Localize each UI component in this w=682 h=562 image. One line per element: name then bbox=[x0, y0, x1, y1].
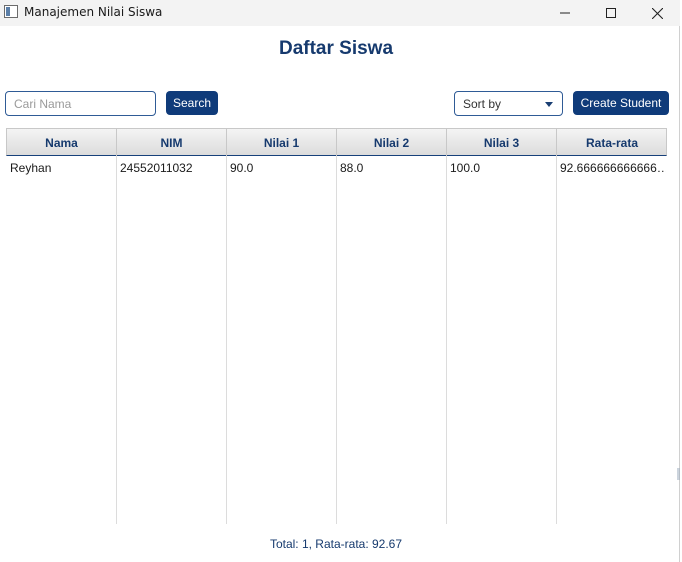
column-header-nilai-3[interactable]: Nilai 3 bbox=[447, 129, 557, 156]
column-header-nilai-1[interactable]: Nilai 1 bbox=[227, 129, 337, 156]
students-table: Nama NIM Nilai 1 Nilai 2 Nilai 3 Rata-ra… bbox=[6, 128, 667, 524]
column-divider bbox=[336, 156, 337, 524]
table-row[interactable]: Reyhan 24552011032 90.0 88.0 100.0 92.66… bbox=[6, 156, 667, 180]
cell-rata-rata: 92.666666666666… bbox=[560, 161, 666, 175]
sort-select[interactable]: Sort by bbox=[454, 91, 563, 116]
column-header-nim[interactable]: NIM bbox=[117, 129, 227, 156]
sort-select-label: Sort by bbox=[463, 96, 502, 111]
column-divider bbox=[446, 156, 447, 524]
cell-nilai-2: 88.0 bbox=[340, 161, 364, 175]
column-header-nama[interactable]: Nama bbox=[7, 129, 117, 156]
app-icon bbox=[4, 5, 18, 18]
chevron-down-icon bbox=[545, 102, 553, 107]
cell-nilai-3: 100.0 bbox=[450, 161, 481, 175]
maximize-button[interactable] bbox=[588, 0, 634, 26]
minimize-icon bbox=[560, 12, 570, 14]
table-header: Nama NIM Nilai 1 Nilai 2 Nilai 3 Rata-ra… bbox=[6, 128, 667, 156]
cell-nim: 24552011032 bbox=[120, 161, 193, 175]
app-window: Manajemen Nilai Siswa Daftar Siswa Searc… bbox=[0, 0, 680, 562]
minimize-button[interactable] bbox=[542, 0, 588, 26]
column-header-nilai-2[interactable]: Nilai 2 bbox=[337, 129, 447, 156]
create-student-button[interactable]: Create Student bbox=[573, 91, 669, 115]
close-button[interactable] bbox=[634, 0, 680, 26]
page-title: Daftar Siswa bbox=[278, 38, 394, 59]
cell-nama: Reyhan bbox=[10, 161, 52, 175]
maximize-icon bbox=[606, 8, 616, 18]
window-title: Manajemen Nilai Siswa bbox=[24, 5, 163, 19]
search-input[interactable] bbox=[5, 91, 156, 116]
close-icon bbox=[651, 7, 663, 19]
column-divider bbox=[226, 156, 227, 524]
summary-text: Total: 1, Rata-rata: 92.67 bbox=[269, 537, 403, 551]
window-edge-mark bbox=[677, 468, 680, 480]
column-header-rata-rata[interactable]: Rata-rata bbox=[557, 129, 667, 156]
column-divider bbox=[116, 156, 117, 524]
search-button[interactable]: Search bbox=[166, 91, 218, 115]
title-bar[interactable]: Manajemen Nilai Siswa bbox=[0, 0, 680, 26]
cell-nilai-1: 90.0 bbox=[230, 161, 254, 175]
column-divider bbox=[556, 156, 557, 524]
